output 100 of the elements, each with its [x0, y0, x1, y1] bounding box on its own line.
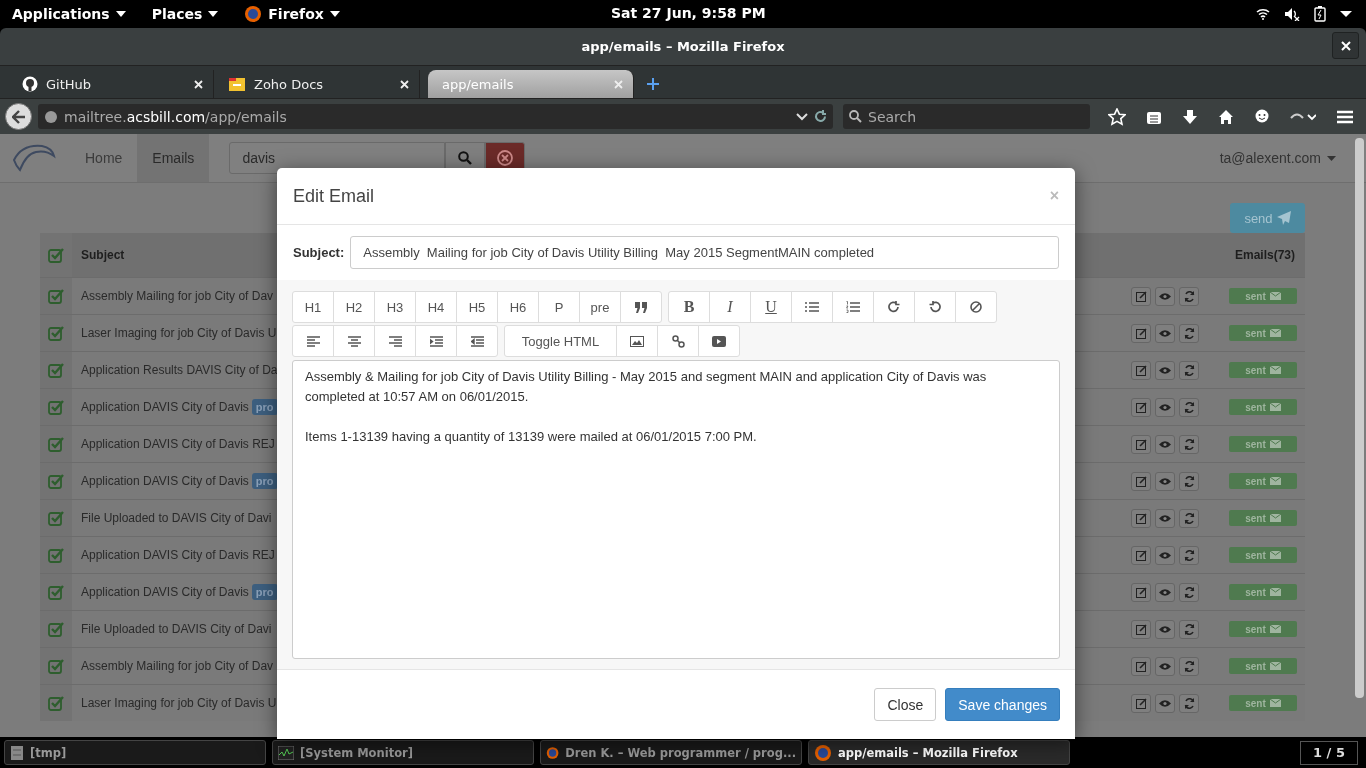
insert-image-button[interactable] — [616, 325, 658, 357]
heading-button[interactable]: H6 — [497, 291, 539, 323]
refresh-button[interactable] — [1179, 360, 1199, 380]
edit-button[interactable] — [1131, 323, 1151, 343]
insert-link-button[interactable] — [657, 325, 699, 357]
heading-button[interactable]: H3 — [374, 291, 416, 323]
format-button[interactable]: I — [709, 291, 751, 323]
heading-button[interactable]: H1 — [292, 291, 334, 323]
view-button[interactable] — [1155, 397, 1175, 417]
caret-icon[interactable] — [1340, 10, 1352, 18]
heading-button[interactable]: P — [538, 291, 580, 323]
refresh-button[interactable] — [1179, 508, 1199, 528]
refresh-button[interactable] — [1179, 471, 1199, 491]
scrollbar[interactable] — [1355, 138, 1364, 698]
taskbar-item[interactable]: app/emails – Mozilla Firefox — [808, 740, 1070, 765]
heading-button[interactable]: H4 — [415, 291, 457, 323]
checkbox[interactable] — [48, 247, 64, 263]
checkbox[interactable] — [48, 362, 64, 378]
view-button[interactable] — [1155, 434, 1175, 454]
view-button[interactable] — [1155, 471, 1175, 491]
subject-field[interactable]: Assembly Mailing for job City of Davis Utility Billing May 2015 SegmentMAIN completed — [350, 236, 1059, 269]
edit-button[interactable] — [1131, 397, 1151, 417]
edit-button[interactable] — [1131, 471, 1151, 491]
heading-button[interactable]: pre — [579, 291, 621, 323]
align-left-button[interactable] — [292, 325, 334, 357]
format-button[interactable]: U — [750, 291, 792, 323]
edit-button[interactable] — [1131, 656, 1151, 676]
refresh-button[interactable] — [1179, 434, 1199, 454]
edit-button[interactable] — [1131, 286, 1151, 306]
undo-button[interactable] — [914, 291, 956, 323]
indent-button[interactable] — [415, 325, 457, 357]
taskbar-item[interactable]: [System Monitor] — [272, 740, 534, 765]
view-button[interactable] — [1155, 582, 1175, 602]
checkbox[interactable] — [48, 399, 64, 415]
toggle-html-button[interactable]: Toggle HTML — [504, 325, 617, 357]
refresh-button[interactable] — [1179, 323, 1199, 343]
checkbox[interactable] — [48, 547, 64, 563]
redo-button[interactable] — [873, 291, 915, 323]
view-button[interactable] — [1155, 545, 1175, 565]
edit-button[interactable] — [1131, 360, 1151, 380]
view-button[interactable] — [1155, 286, 1175, 306]
reload-icon[interactable] — [814, 110, 827, 123]
wifi-icon[interactable] — [1256, 8, 1270, 20]
checkbox[interactable] — [48, 436, 64, 452]
taskbar-item[interactable]: [tmp] — [4, 740, 266, 765]
tab-close-icon[interactable] — [194, 79, 203, 89]
battery-icon[interactable] — [1314, 6, 1326, 22]
view-button[interactable] — [1155, 508, 1175, 528]
chat-icon[interactable] — [1254, 108, 1270, 125]
edit-button[interactable] — [1131, 582, 1151, 602]
star-icon[interactable] — [1108, 107, 1126, 126]
view-button[interactable] — [1155, 693, 1175, 713]
checkbox[interactable] — [48, 288, 64, 304]
home-icon[interactable] — [1218, 108, 1234, 125]
close-button[interactable] — [1332, 32, 1359, 59]
outdent-button[interactable] — [456, 325, 498, 357]
download-icon[interactable] — [1182, 108, 1198, 125]
checkbox[interactable] — [48, 658, 64, 674]
taskbar-item[interactable]: Dren K. – Web programmer / prog... — [540, 740, 802, 765]
checkbox[interactable] — [48, 325, 64, 341]
refresh-button[interactable] — [1179, 693, 1199, 713]
refresh-button[interactable] — [1179, 582, 1199, 602]
insert-video-button[interactable] — [698, 325, 740, 357]
url-field[interactable]: mailtree.acsbill.com/app/emails — [38, 104, 833, 129]
tab-close-icon[interactable] — [400, 79, 409, 89]
refresh-button[interactable] — [1179, 619, 1199, 639]
checkbox[interactable] — [48, 621, 64, 637]
refresh-button[interactable] — [1179, 545, 1199, 565]
numbered-list-button[interactable] — [832, 291, 874, 323]
save-button[interactable]: Save changes — [945, 688, 1060, 721]
edit-button[interactable] — [1131, 434, 1151, 454]
bulleted-list-button[interactable] — [791, 291, 833, 323]
clear-format-button[interactable] — [955, 291, 997, 323]
edit-button[interactable] — [1131, 619, 1151, 639]
edit-button[interactable] — [1131, 508, 1151, 528]
menu-icon[interactable] — [1336, 108, 1354, 125]
close-button[interactable]: Close — [874, 688, 937, 721]
workspace-switcher[interactable]: 1 / 5 — [1300, 740, 1358, 765]
panel-menu[interactable]: Firefox — [244, 5, 340, 23]
heading-button[interactable]: H2 — [333, 291, 375, 323]
back-button[interactable] — [5, 103, 32, 130]
refresh-button[interactable] — [1179, 397, 1199, 417]
checkbox[interactable] — [48, 473, 64, 489]
view-button[interactable] — [1155, 360, 1175, 380]
dropdown-icon[interactable] — [796, 112, 808, 121]
heading-button[interactable]: H5 — [456, 291, 498, 323]
refresh-button[interactable] — [1179, 656, 1199, 676]
muted-speaker-icon[interactable] — [1284, 7, 1300, 21]
new-tab-icon[interactable] — [646, 77, 660, 91]
edit-button[interactable] — [1131, 545, 1151, 565]
checkbox[interactable] — [48, 510, 64, 526]
align-right-button[interactable] — [374, 325, 416, 357]
view-button[interactable] — [1155, 656, 1175, 676]
refresh-button[interactable] — [1179, 286, 1199, 306]
search-field[interactable]: Search — [843, 104, 1090, 129]
panel-menu[interactable]: Places — [151, 5, 219, 23]
view-button[interactable] — [1155, 619, 1175, 639]
checkbox[interactable] — [48, 695, 64, 711]
edit-button[interactable] — [1131, 693, 1151, 713]
quote-button[interactable] — [620, 291, 662, 323]
